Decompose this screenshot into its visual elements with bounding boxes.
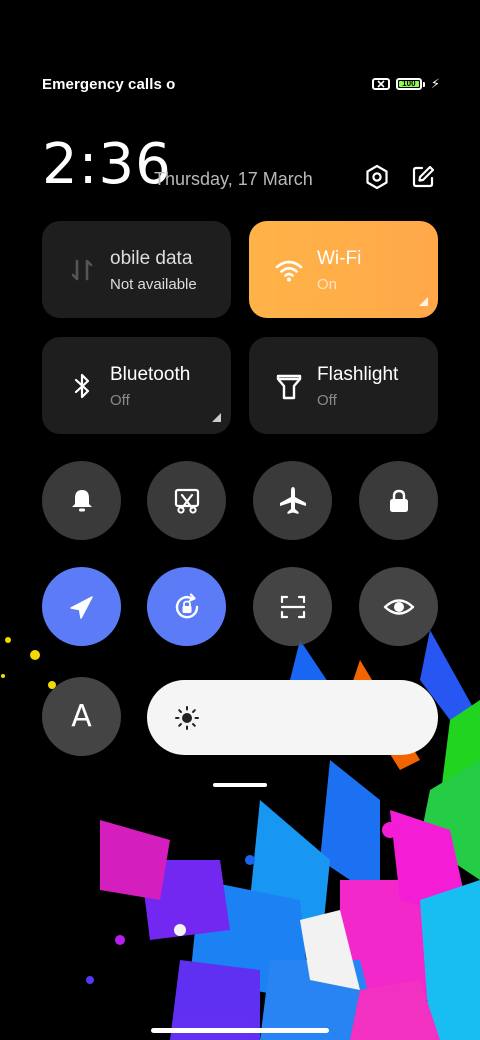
screenshot-crop-icon: [174, 488, 199, 514]
screenshot-toggle[interactable]: [147, 461, 226, 540]
gesture-nav-bar[interactable]: [151, 1028, 329, 1033]
mobile-data-icon: [71, 259, 93, 281]
location-toggle[interactable]: [42, 567, 121, 646]
tile-bluetooth[interactable]: Bluetooth Off: [42, 337, 231, 434]
tile-flashlight-status: Off: [317, 392, 337, 409]
date: Thursday, 17 March: [154, 169, 313, 189]
header: 2:36 Thursday, 17 March: [42, 135, 440, 195]
control-center-screen: Emergency calls o 100 ⚡ 2:36 Thursday, 1…: [0, 0, 480, 1040]
eye-icon: [383, 598, 414, 615]
edit-icon: [412, 165, 435, 188]
reading-mode-toggle[interactable]: [359, 567, 438, 646]
auto-rotate-icon: [175, 592, 198, 618]
lock-screen-toggle[interactable]: [359, 461, 438, 540]
scan-icon: [280, 595, 305, 618]
airplane-icon: [279, 486, 306, 514]
location-icon: [69, 595, 93, 619]
bluetooth-expand-corner[interactable]: [212, 413, 221, 422]
auto-rotate-toggle[interactable]: [147, 567, 226, 646]
scanner-toggle[interactable]: [253, 567, 332, 646]
battery-icon: 100: [395, 78, 422, 90]
tile-mobile-data[interactable]: obile data Not available: [42, 221, 231, 318]
wifi-icon: [275, 260, 303, 282]
auto-brightness-toggle[interactable]: A: [42, 677, 121, 756]
silent-toggle[interactable]: [42, 461, 121, 540]
tile-mobile-data-title: obile data: [110, 248, 193, 269]
sun-icon: [175, 706, 199, 730]
lock-icon: [389, 489, 408, 512]
bluetooth-icon: [74, 373, 90, 399]
tile-flashlight-title: Flashlight: [317, 364, 399, 385]
control-center-handle[interactable]: [213, 783, 267, 787]
no-sim-icon: [371, 78, 390, 90]
auto-brightness-label: A: [71, 699, 92, 734]
carrier-text: Emergency calls o: [42, 75, 176, 93]
tile-flashlight[interactable]: Flashlight Off: [249, 337, 438, 434]
airplane-toggle[interactable]: [253, 461, 332, 540]
settings-hexagon-icon: [366, 164, 388, 190]
tile-wifi[interactable]: Wi-Fi On: [249, 221, 438, 318]
wifi-expand-corner[interactable]: [419, 297, 428, 306]
bell-icon: [71, 489, 92, 511]
status-bar: Emergency calls o 100 ⚡: [42, 72, 440, 96]
settings-button[interactable]: [363, 163, 391, 191]
tile-bluetooth-status: Off: [110, 392, 130, 409]
edit-button[interactable]: [409, 163, 437, 191]
status-icons: 100 ⚡: [371, 76, 440, 91]
battery-level-text: 100: [402, 79, 416, 88]
tile-wifi-title: Wi-Fi: [317, 248, 362, 269]
flashlight-icon: [276, 374, 302, 400]
tile-mobile-data-status: Not available: [110, 276, 197, 293]
clock: 2:36: [42, 132, 172, 197]
charging-bolt-icon: ⚡: [430, 76, 440, 91]
tile-wifi-status: On: [317, 276, 338, 293]
brightness-slider[interactable]: [147, 680, 438, 755]
battery-cap: [422, 81, 425, 87]
tile-bluetooth-title: Bluetooth: [110, 364, 191, 385]
